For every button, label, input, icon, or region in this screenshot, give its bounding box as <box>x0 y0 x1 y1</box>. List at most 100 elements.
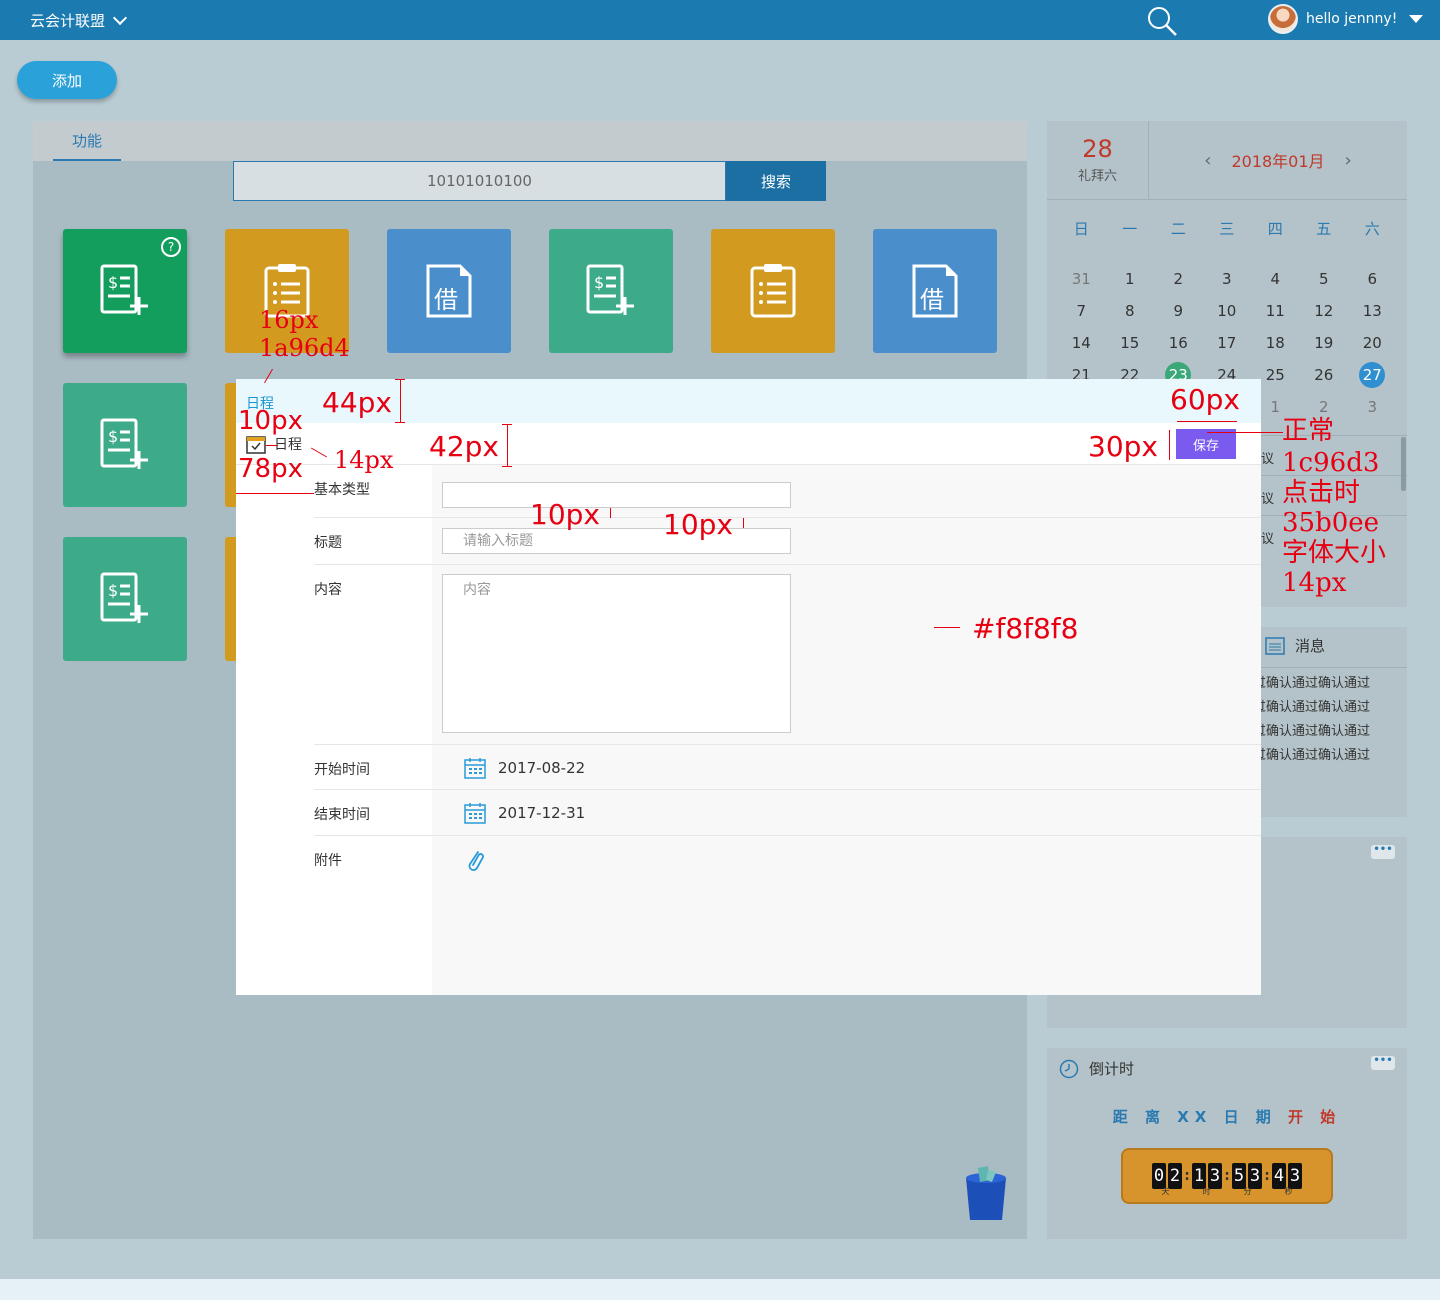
day-cell[interactable]: 7 <box>1057 302 1106 320</box>
start-date-value: 2017-08-22 <box>498 759 586 777</box>
form-row-type: 基本类型 <box>314 465 1261 518</box>
message-item[interactable]: 过确认通过确认通过 <box>1253 744 1370 768</box>
day-cell[interactable]: 6 <box>1348 270 1397 288</box>
tile-voucher-add-2[interactable]: $ <box>549 229 673 353</box>
week-row: 31 1 2 3 4 5 6 <box>1057 263 1397 295</box>
avatar <box>1268 4 1298 34</box>
annotation-line <box>507 424 508 466</box>
scrollbar[interactable] <box>1401 437 1406 491</box>
day-cell[interactable]: 18 <box>1251 334 1300 352</box>
countdown-widget: 倒计时 ••• 距 离 XX 日 期 开 始 0 2 : 1 3 : 5 3 :… <box>1047 1048 1407 1239</box>
day-cell[interactable]: 13 <box>1348 302 1397 320</box>
day-cell[interactable]: 15 <box>1106 334 1155 352</box>
today-day: 28 <box>1082 135 1113 163</box>
annotation: 44px <box>322 386 392 419</box>
day-cell[interactable]: 14 <box>1057 334 1106 352</box>
tile-voucher-add[interactable]: $ ? <box>63 229 187 353</box>
message-item[interactable]: 过确认通过确认通过 <box>1253 720 1370 744</box>
day-cell[interactable]: 26 <box>1300 366 1349 384</box>
day-cell[interactable]: 10 <box>1203 302 1252 320</box>
tile-voucher-add-3[interactable]: $ <box>63 383 187 507</box>
day-cell-selected[interactable]: 27 <box>1348 362 1397 388</box>
end-date[interactable]: 2017-12-31 <box>464 802 585 824</box>
unit-label: 分 <box>1243 1187 1252 1196</box>
day-cell[interactable]: 11 <box>1251 302 1300 320</box>
day-cell[interactable]: 2 <box>1300 398 1349 416</box>
borrow-doc-icon: 借 <box>426 264 472 318</box>
search-input[interactable]: 10101010100 <box>233 161 726 201</box>
tab-functions[interactable]: 功能 <box>53 121 121 161</box>
brand-name: 云会计联盟 <box>30 12 106 30</box>
annotation: 16px <box>259 306 319 334</box>
day-cell[interactable]: 2 <box>1154 270 1203 288</box>
type-input[interactable] <box>442 482 791 508</box>
search-icon[interactable] <box>1146 5 1178 37</box>
add-button[interactable]: 添加 <box>17 61 117 99</box>
title-input[interactable]: 请输入标题 <box>442 528 791 554</box>
day-cell[interactable]: 19 <box>1300 334 1349 352</box>
content-textarea[interactable]: 内容 <box>442 574 791 733</box>
day-cell[interactable]: 31 <box>1057 270 1106 288</box>
selected-marker: 27 <box>1359 362 1386 388</box>
form-row-title: 标题 请输入标题 <box>314 518 1261 565</box>
today-weekday: 礼拜六 <box>1077 169 1117 184</box>
prev-month-icon[interactable]: ‹ <box>1204 150 1211 171</box>
caret-down-icon <box>1409 15 1424 23</box>
day-cell[interactable]: 9 <box>1154 302 1203 320</box>
weekday-header: 一 <box>1122 219 1138 238</box>
more-icon[interactable]: ••• <box>1371 1056 1395 1070</box>
brand-menu[interactable]: 云会计联盟 <box>30 10 128 31</box>
message-item[interactable]: 过确认通过确认通过 <box>1253 696 1370 720</box>
unit-label: 天 <box>1161 1187 1170 1196</box>
form-row-end: 结束时间 2017-12-31 <box>314 790 1261 836</box>
message-item[interactable]: 过确认通过确认通过 <box>1253 672 1370 696</box>
title-label: 标题 <box>314 535 342 551</box>
day-cell[interactable]: 20 <box>1348 334 1397 352</box>
divider <box>1047 199 1407 200</box>
next-month-icon[interactable]: › <box>1345 150 1352 171</box>
day-cell[interactable]: 3 <box>1348 398 1397 416</box>
annotation: 正常 <box>1282 416 1335 446</box>
annotation: 14px <box>334 446 394 474</box>
paperclip-icon[interactable] <box>464 846 486 874</box>
colon: : <box>1264 1168 1270 1184</box>
day-cell[interactable]: 4 <box>1251 270 1300 288</box>
annotation: 35b0ee <box>1282 508 1380 538</box>
annotation-line <box>395 379 405 380</box>
annotation: 78px <box>238 454 303 484</box>
annotation: 60px <box>1170 383 1240 416</box>
day-cell[interactable]: 1 <box>1106 270 1155 288</box>
start-date[interactable]: 2017-08-22 <box>464 757 585 779</box>
help-icon[interactable]: ? <box>161 237 181 257</box>
borrow-label: 借 <box>434 286 458 314</box>
day-cell[interactable]: 5 <box>1300 270 1349 288</box>
trash-bin-icon[interactable] <box>962 1164 1010 1222</box>
tile-borrow[interactable]: 借 <box>387 229 511 353</box>
annotation-line <box>1207 432 1283 433</box>
start-label: 开始时间 <box>314 762 370 778</box>
tile-list-2[interactable] <box>711 229 835 353</box>
day-cell[interactable]: 16 <box>1154 334 1203 352</box>
day-cell[interactable]: 12 <box>1300 302 1349 320</box>
tile-voucher-add-4[interactable]: $ <box>63 537 187 661</box>
search-button[interactable]: 搜索 <box>726 161 826 201</box>
unit-label: 秒 <box>1284 1187 1293 1196</box>
tile-borrow-2[interactable]: 借 <box>873 229 997 353</box>
message-list: 过确认通过确认通过 过确认通过确认通过 过确认通过确认通过 过确认通过确认通过 <box>1253 672 1370 768</box>
more-icon[interactable]: ••• <box>1371 845 1395 859</box>
annotation: 10px <box>238 406 303 436</box>
day-cell[interactable]: 3 <box>1203 270 1252 288</box>
save-button[interactable]: 保存 <box>1176 429 1236 459</box>
form-row-start: 开始时间 2017-08-22 <box>314 745 1261 790</box>
countdown-heading: 距 离 XX 日 期 开 始 <box>1047 1106 1407 1127</box>
toolbar-title: 日程 <box>246 434 302 454</box>
user-menu[interactable]: hello jennny! <box>1268 4 1424 34</box>
svg-text:$: $ <box>108 427 118 446</box>
heading-part: 距 离 <box>1112 1108 1178 1126</box>
annotation: 1a96d4 <box>259 334 350 362</box>
countdown-header: 倒计时 <box>1059 1058 1134 1079</box>
top-bar: 云会计联盟 hello jennny! <box>0 0 1440 40</box>
weekday-header: 三 <box>1219 219 1235 238</box>
day-cell[interactable]: 8 <box>1106 302 1155 320</box>
day-cell[interactable]: 17 <box>1203 334 1252 352</box>
